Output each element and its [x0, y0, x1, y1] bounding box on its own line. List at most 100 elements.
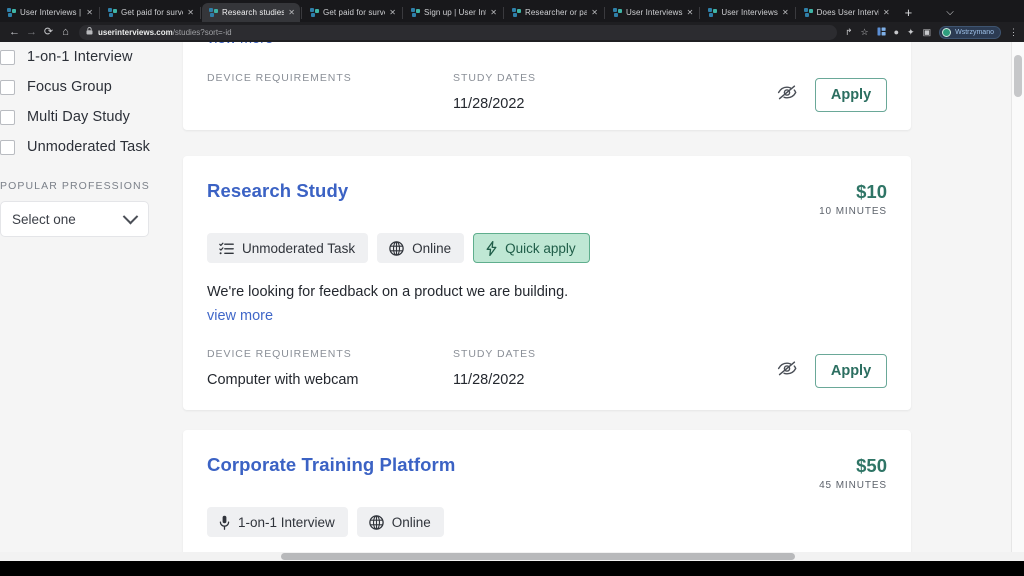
study-dates-value: 11/28/2022: [453, 95, 525, 112]
study-list: view more DEVICE REQUIREMENTS STUDY DATE…: [183, 42, 911, 561]
study-pay-amount: $50: [856, 455, 887, 476]
sidebar-icon[interactable]: ▣: [923, 27, 932, 37]
study-tags: Unmoderated Task Online Quick apply: [207, 233, 887, 264]
close-icon[interactable]: ✕: [883, 8, 890, 17]
filters-sidebar: 1-on-1 Interview Focus Group Multi Day S…: [0, 42, 152, 561]
study-pay-block: $10 10 MINUTES: [819, 180, 887, 217]
back-arrow-icon[interactable]: ←: [6, 26, 23, 38]
study-dates-value: 11/28/2022: [453, 372, 525, 389]
close-icon[interactable]: ✕: [86, 8, 93, 17]
study-pay-block: $50 45 MINUTES: [819, 454, 887, 491]
avatar: [942, 27, 952, 37]
share-icon[interactable]: ↱: [845, 27, 853, 37]
popular-professions-select[interactable]: Select one: [0, 201, 149, 237]
browser-tab-9[interactable]: Does User Interviews h ✕: [797, 3, 895, 22]
close-icon[interactable]: ✕: [490, 8, 497, 17]
study-duration: 45 MINUTES: [819, 480, 887, 492]
checkbox-icon[interactable]: [0, 109, 15, 125]
tag-unmoderated-task: Unmoderated Task: [207, 233, 369, 264]
favicon-icon: [512, 8, 521, 17]
globe-icon: [389, 241, 404, 256]
page-viewport: 1-on-1 Interview Focus Group Multi Day S…: [0, 42, 1024, 561]
study-meta: DEVICE REQUIREMENTS STUDY DATES 11/28/20…: [207, 72, 887, 113]
toolbar-actions: ↱ ☆ ● ✦ ▣ Wstrzymano ⋮: [837, 25, 1018, 39]
tab-label: Research studies - Get: [222, 8, 285, 17]
horizontal-scrollbar-thumb[interactable]: [281, 553, 795, 560]
puzzle-icon[interactable]: ●: [894, 27, 899, 37]
bookmark-star-icon[interactable]: ☆: [861, 27, 869, 37]
view-more-link[interactable]: view more: [207, 307, 887, 327]
browser-menu-icon[interactable]: ⋮: [1009, 27, 1018, 37]
screen-bottom-letterbox: [0, 561, 1024, 576]
browser-tab-2[interactable]: Get paid for surveys, fo ✕: [101, 3, 199, 22]
vertical-scrollbar-track[interactable]: [1011, 42, 1024, 561]
favicon-icon: [108, 8, 117, 17]
close-icon[interactable]: ✕: [591, 8, 598, 17]
browser-tab-7[interactable]: User Interviews ✕: [606, 3, 698, 22]
close-icon[interactable]: ✕: [288, 8, 295, 17]
device-requirements-label: DEVICE REQUIREMENTS: [207, 71, 352, 84]
checkbox-icon[interactable]: [0, 79, 15, 95]
favicon-icon: [310, 8, 319, 17]
tab-label: User Interviews | The U: [20, 8, 82, 17]
chevron-down-icon: [122, 208, 139, 224]
close-icon[interactable]: ✕: [389, 8, 396, 17]
device-requirements-label: DEVICE REQUIREMENTS: [207, 348, 352, 361]
tab-separator: [699, 7, 701, 19]
device-requirements-value: [207, 96, 453, 113]
new-tab-button[interactable]: +: [895, 6, 921, 22]
tag-online: Online: [377, 233, 465, 264]
view-more-link[interactable]: view more: [207, 42, 887, 50]
filter-label: Multi Day Study: [27, 109, 131, 125]
browser-tab-4[interactable]: Get paid for surveys, fo ✕: [303, 3, 401, 22]
tab-strip: User Interviews | The U ✕ Get paid for s…: [0, 0, 1024, 22]
address-bar-text: userinterviews.com/studies?sort=-id: [98, 28, 232, 37]
profile-chip[interactable]: Wstrzymano: [939, 25, 1001, 39]
forward-arrow-icon[interactable]: →: [23, 26, 40, 38]
study-card[interactable]: Corporate Training Platform $50 45 MINUT…: [183, 430, 911, 561]
url-host: userinterviews.com: [98, 27, 173, 37]
apply-button[interactable]: Apply: [815, 354, 887, 389]
checkbox-icon[interactable]: [0, 49, 15, 65]
study-actions: Apply: [777, 77, 887, 112]
tag-label: Online: [412, 240, 452, 256]
tag-label: Quick apply: [505, 240, 576, 256]
tab-search-chevron-down-icon[interactable]: ⌵: [920, 7, 954, 22]
study-dates-block: STUDY DATES 11/28/2022: [453, 348, 693, 389]
eye-off-icon[interactable]: [777, 360, 797, 382]
tab-separator: [402, 7, 403, 19]
eye-off-icon[interactable]: [777, 84, 797, 106]
study-card[interactable]: view more DEVICE REQUIREMENTS STUDY DATE…: [183, 42, 911, 130]
filter-row-multi-day-study[interactable]: Multi Day Study: [0, 102, 152, 132]
pin-icon[interactable]: ✦: [907, 27, 915, 37]
home-icon[interactable]: ⌂: [57, 26, 74, 38]
browser-tab-8[interactable]: User Interviews ✕: [701, 3, 793, 22]
study-card[interactable]: Research Study $10 10 MINUTES Unmoderate…: [183, 156, 911, 410]
checkbox-icon[interactable]: [0, 139, 15, 155]
close-icon[interactable]: ✕: [687, 8, 694, 17]
vertical-scrollbar-thumb[interactable]: [1014, 55, 1022, 97]
tag-online: Online: [356, 507, 444, 538]
browser-tab-1[interactable]: User Interviews | The U ✕: [0, 3, 98, 22]
reload-icon[interactable]: ⟳: [40, 26, 57, 38]
address-bar[interactable]: userinterviews.com/studies?sort=-id: [79, 24, 837, 40]
globe-icon: [369, 515, 384, 530]
tab-label: Sign up | User Interview: [424, 8, 486, 17]
close-icon[interactable]: ✕: [782, 8, 789, 17]
favicon-icon: [708, 8, 718, 17]
close-icon[interactable]: ✕: [187, 8, 194, 17]
study-title[interactable]: Research Study: [207, 180, 348, 201]
filter-label: Focus Group: [27, 79, 112, 95]
favicon-icon: [7, 8, 16, 17]
favicon-icon: [803, 8, 813, 17]
browser-tab-3-active[interactable]: Research studies - Get ✕: [202, 3, 300, 22]
filter-row-focus-group[interactable]: Focus Group: [0, 72, 152, 102]
filter-row-unmoderated-task[interactable]: Unmoderated Task: [0, 132, 152, 162]
filter-row-1-on-1-interview[interactable]: 1-on-1 Interview: [0, 42, 152, 72]
browser-tab-6[interactable]: Researcher or participa ✕: [505, 3, 603, 22]
extension-icon[interactable]: [877, 27, 886, 38]
browser-tab-5[interactable]: Sign up | User Interview ✕: [404, 3, 502, 22]
study-title[interactable]: Corporate Training Platform: [207, 454, 455, 475]
tab-separator: [200, 7, 201, 19]
apply-button[interactable]: Apply: [815, 77, 887, 112]
